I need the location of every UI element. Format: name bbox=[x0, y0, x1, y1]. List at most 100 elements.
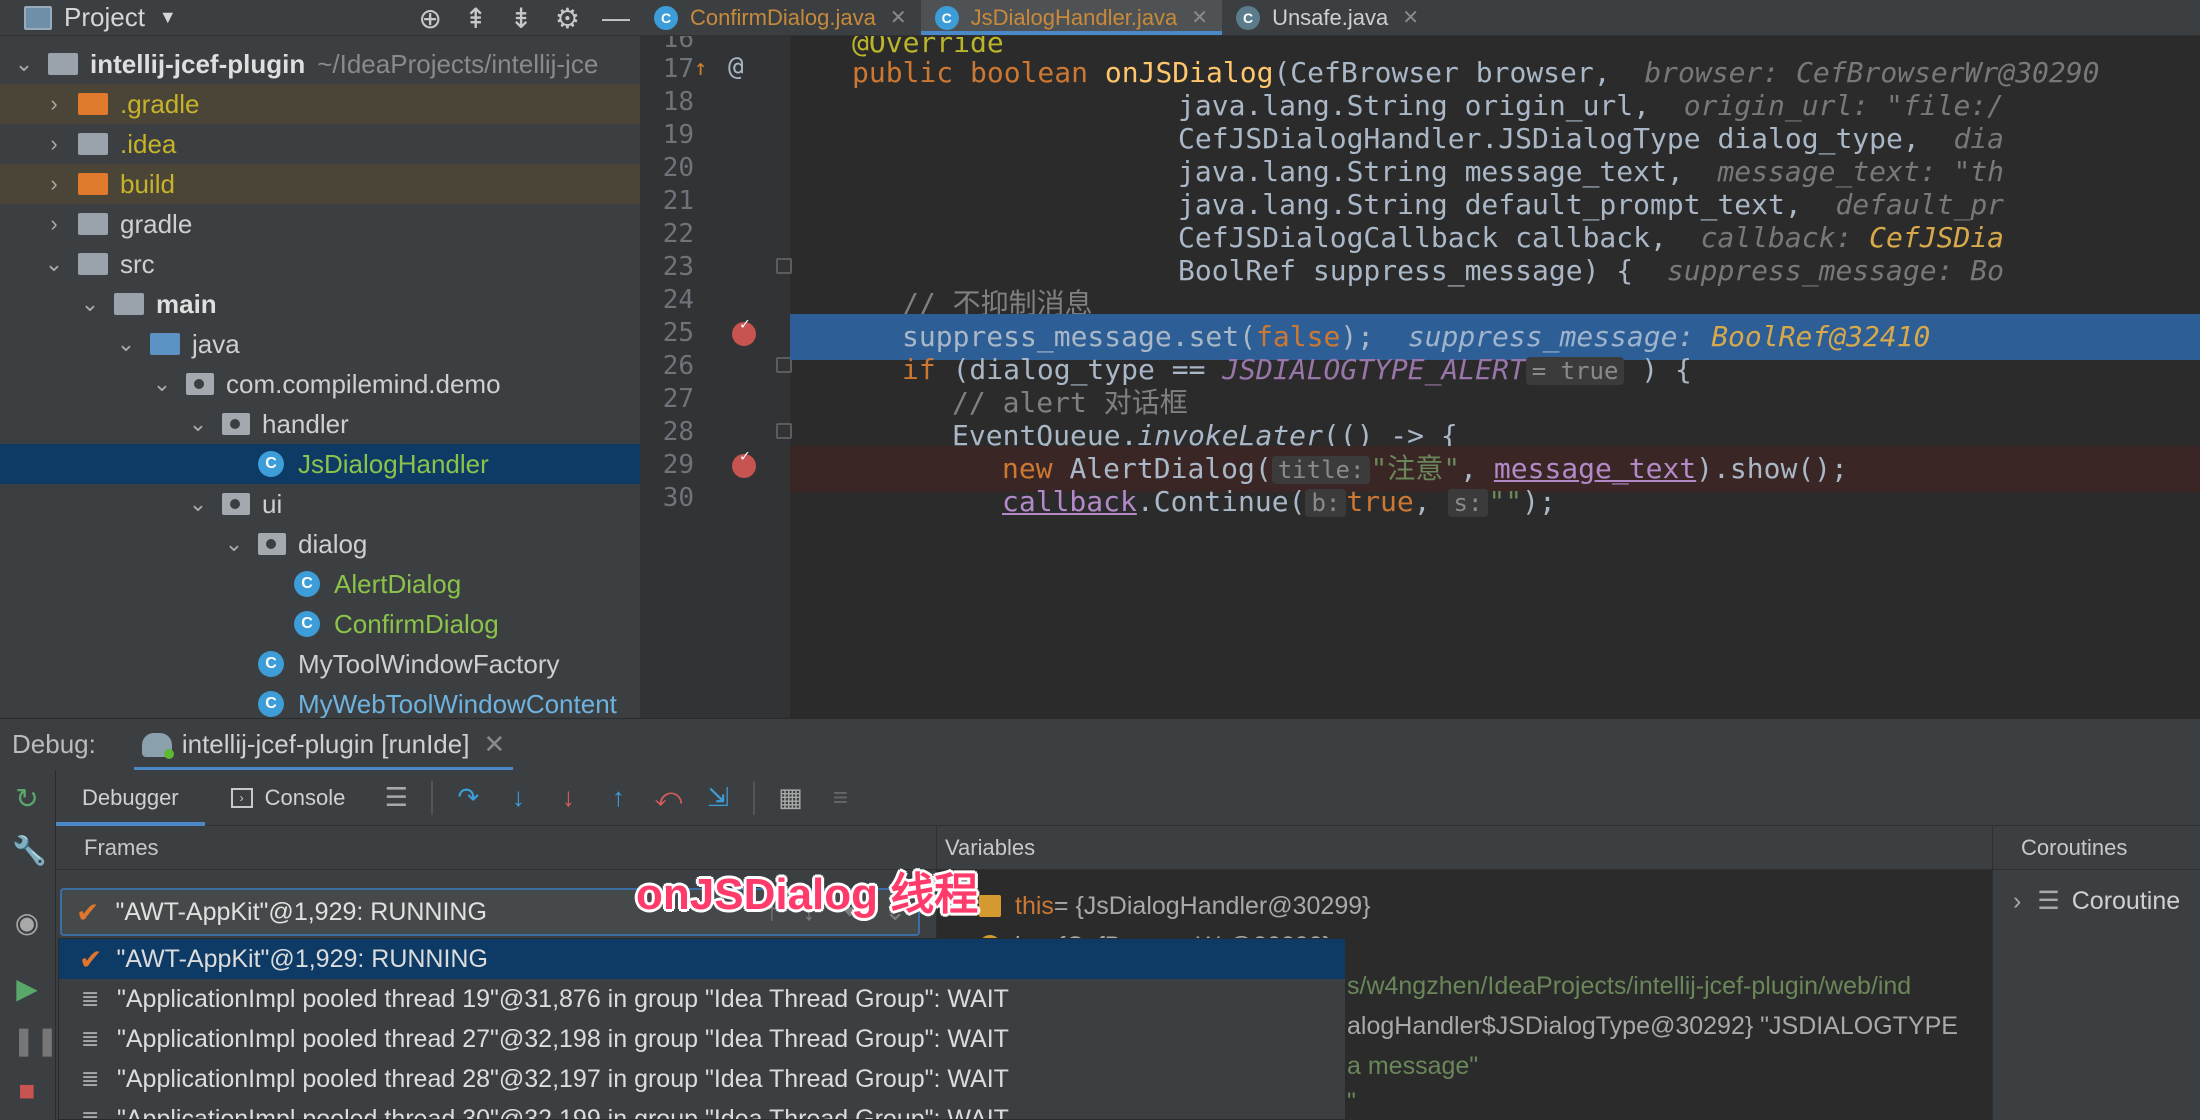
drop-frame-icon[interactable]: ⤺ bbox=[650, 780, 686, 816]
run-to-cursor-icon[interactable]: ⇲ bbox=[700, 780, 736, 816]
override-icon[interactable]: ↑ bbox=[694, 56, 707, 81]
project-header: Project ▼ ⊕ ⇞ ⇟ ⚙ — bbox=[0, 0, 640, 36]
close-icon[interactable]: ✕ bbox=[890, 5, 907, 30]
tree-item-label: dialog bbox=[298, 528, 368, 559]
menu-icon[interactable]: ☰ bbox=[378, 780, 414, 816]
chevron-down-icon[interactable]: ⌄ bbox=[186, 411, 210, 437]
param-hint: s: bbox=[1447, 489, 1489, 517]
pause-icon[interactable]: ❚❚ bbox=[12, 1026, 59, 1056]
tree-item-gradle-cache[interactable]: › .gradle bbox=[0, 84, 640, 124]
tree-item-gradle[interactable]: › gradle bbox=[0, 204, 640, 244]
tab-jsdialoghandler[interactable]: C JsDialogHandler.java ✕ bbox=[920, 0, 1223, 35]
editor-tabs: C ConfirmDialog.java ✕ C JsDialogHandler… bbox=[640, 0, 2200, 36]
gear-icon[interactable]: ⚙ bbox=[555, 2, 580, 35]
thread-option[interactable]: ≣ "ApplicationImpl pooled thread 30"@32,… bbox=[59, 1099, 1345, 1120]
debug-tool-window-header: Debug: intellij-jcef-plugin [runIde] ✕ bbox=[0, 718, 2200, 771]
tree-item-alertdialog[interactable]: C AlertDialog bbox=[0, 564, 640, 604]
tree-item-toolwindowfactory[interactable]: C MyToolWindowFactory bbox=[0, 644, 640, 684]
eye-icon[interactable]: ◉ bbox=[12, 908, 42, 938]
thread-label: "ApplicationImpl pooled thread 28"@32,19… bbox=[117, 1064, 1009, 1093]
chevron-down-icon[interactable]: ⌄ bbox=[222, 531, 246, 557]
step-over-icon[interactable]: ↷ bbox=[450, 780, 486, 816]
tab-confirmdialog[interactable]: C ConfirmDialog.java ✕ bbox=[640, 0, 921, 35]
chevron-right-icon[interactable]: › bbox=[42, 211, 66, 237]
force-step-into-icon[interactable]: ↓ bbox=[550, 780, 586, 816]
tab-console[interactable]: › Console bbox=[205, 770, 372, 826]
tree-item-package[interactable]: ⌄ com.compilemind.demo bbox=[0, 364, 640, 404]
tree-item-dialog[interactable]: ⌄ dialog bbox=[0, 524, 640, 564]
chevron-down-icon[interactable]: ⌄ bbox=[12, 51, 36, 77]
close-icon[interactable]: ✕ bbox=[1191, 5, 1208, 30]
code-editor[interactable]: 16 17 ↑ @ 18 19 20 21 22 23 24 25 26 27 … bbox=[640, 36, 2200, 718]
tree-item-root[interactable]: ⌄ intellij-jcef-plugin ~/IdeaProjects/in… bbox=[0, 44, 640, 84]
variable-value: = {JsDialogHandler@30299} bbox=[1053, 891, 1371, 920]
debug-session-tab[interactable]: intellij-jcef-plugin [runIde] ✕ bbox=[133, 719, 514, 771]
tree-item-confirmdialog[interactable]: C ConfirmDialog bbox=[0, 604, 640, 644]
chevron-down-icon[interactable]: ⌄ bbox=[78, 291, 102, 317]
step-into-icon[interactable]: ↓ bbox=[500, 780, 536, 816]
tree-item-handler[interactable]: ⌄ handler bbox=[0, 404, 640, 444]
wrench-icon[interactable]: 🔧 bbox=[12, 836, 47, 866]
close-icon[interactable]: ✕ bbox=[1402, 5, 1419, 30]
tree-item-webtoolwindowcontent[interactable]: C MyWebToolWindowContent bbox=[0, 684, 640, 718]
code-variable: callback bbox=[1002, 485, 1137, 518]
chevron-right-icon[interactable]: › bbox=[2013, 887, 2021, 916]
code-text: .Continue( bbox=[1136, 485, 1306, 518]
tree-item-main[interactable]: ⌄ main bbox=[0, 284, 640, 324]
thread-option[interactable]: ✔ "AWT-AppKit"@1,929: RUNNING bbox=[59, 939, 1345, 979]
tree-item-build[interactable]: › build bbox=[0, 164, 640, 204]
class-icon: C bbox=[294, 571, 320, 597]
rerun-icon[interactable]: ↻ bbox=[12, 784, 42, 814]
thread-icon: ≣ bbox=[81, 1066, 100, 1091]
chevron-down-icon[interactable]: ⌄ bbox=[150, 371, 174, 397]
step-out-icon[interactable]: ↑ bbox=[600, 780, 636, 816]
tab-unsafe[interactable]: C Unsafe.java ✕ bbox=[1222, 0, 1433, 35]
variable-row[interactable]: alogHandler$JSDialogType@30292} "JSDIALO… bbox=[1347, 1006, 1958, 1046]
folder-icon bbox=[78, 213, 108, 235]
close-icon[interactable]: ✕ bbox=[483, 729, 505, 760]
chevron-right-icon[interactable]: › bbox=[42, 171, 66, 197]
tree-item-label: .gradle bbox=[120, 88, 200, 119]
tab-debugger[interactable]: Debugger bbox=[56, 770, 205, 826]
tree-item-label: main bbox=[156, 288, 217, 319]
expand-all-icon[interactable]: ⇞ bbox=[464, 2, 487, 35]
coroutine-row[interactable]: › ☰ Coroutine bbox=[2013, 886, 2180, 916]
tree-item-label: ConfirmDialog bbox=[334, 608, 499, 639]
tree-item-label: JsDialogHandler bbox=[298, 448, 489, 479]
collapse-all-icon[interactable]: ⇟ bbox=[509, 2, 532, 35]
resume-icon[interactable]: ▶ bbox=[12, 974, 42, 1004]
tab-label: Console bbox=[264, 784, 346, 810]
variable-value: a message" bbox=[1347, 1051, 1479, 1080]
variable-row[interactable]: " bbox=[1347, 1082, 1356, 1120]
minimize-icon[interactable]: — bbox=[602, 2, 630, 34]
tree-item-src[interactable]: ⌄ src bbox=[0, 244, 640, 284]
variable-row[interactable]: › this = {JsDialogHandler@30299} bbox=[949, 886, 1370, 926]
folder-icon bbox=[78, 133, 108, 155]
trace-icon[interactable]: ≡ bbox=[822, 780, 858, 816]
chevron-down-icon[interactable]: ⌄ bbox=[42, 251, 66, 277]
tree-item-jsdialoghandler[interactable]: C JsDialogHandler bbox=[0, 444, 640, 484]
evaluate-icon[interactable]: ▦ bbox=[772, 780, 808, 816]
class-icon: C bbox=[258, 451, 284, 477]
folder-icon bbox=[78, 93, 108, 115]
chevron-down-icon[interactable]: ⌄ bbox=[114, 331, 138, 357]
variable-row[interactable]: a message" bbox=[1347, 1046, 1478, 1086]
tree-item-java[interactable]: ⌄ java bbox=[0, 324, 640, 364]
thread-option[interactable]: ≣ "ApplicationImpl pooled thread 28"@32,… bbox=[59, 1059, 1345, 1099]
thread-icon: ≣ bbox=[81, 1026, 100, 1051]
chevron-right-icon[interactable]: › bbox=[42, 131, 66, 157]
chevron-right-icon[interactable]: › bbox=[42, 91, 66, 117]
tree-item-idea[interactable]: › .idea bbox=[0, 124, 640, 164]
tree-item-ui[interactable]: ⌄ ui bbox=[0, 484, 640, 524]
thread-option[interactable]: ≣ "ApplicationImpl pooled thread 19"@31,… bbox=[59, 979, 1345, 1019]
stop-icon[interactable]: ■ bbox=[12, 1076, 42, 1106]
project-title[interactable]: Project bbox=[64, 2, 145, 33]
coroutine-label: Coroutine bbox=[2071, 886, 2181, 915]
thread-option[interactable]: ≣ "ApplicationImpl pooled thread 27"@32,… bbox=[59, 1019, 1345, 1059]
tree-item-label: ui bbox=[262, 488, 283, 519]
variable-row[interactable]: s/w4ngzhen/IdeaProjects/intellij-jcef-pl… bbox=[1347, 966, 1911, 1006]
bug-icon bbox=[141, 732, 174, 759]
locate-icon[interactable]: ⊕ bbox=[418, 2, 441, 35]
chevron-down-icon[interactable]: ⌄ bbox=[186, 491, 210, 517]
chevron-down-icon[interactable]: ▼ bbox=[159, 7, 177, 28]
